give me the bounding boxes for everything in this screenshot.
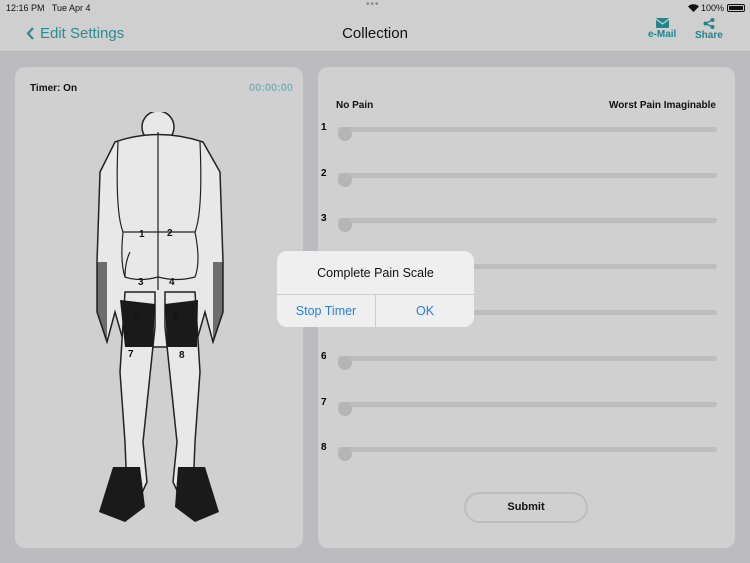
status-bar: 12:16 PM Tue Apr 4 ••• 100% [0,0,750,16]
region-label-7[interactable]: 7 [128,349,134,360]
slider-label: 2 [321,168,327,179]
region-label-1[interactable]: 1 [139,229,145,240]
slider-thumb[interactable] [338,402,352,416]
navigation-bar: Edit Settings Collection e-Mail Share [0,16,750,52]
battery-percent: 100% [701,3,725,13]
slider-thumb[interactable] [338,447,352,461]
stop-timer-button[interactable]: Stop Timer [277,295,375,327]
page-title: Collection [342,25,408,42]
slider-label: 6 [321,351,327,362]
multitask-indicator[interactable]: ••• [366,0,380,10]
pain-slider-track[interactable] [338,402,717,416]
pain-slider-row: 7 [318,397,735,416]
body-diagram[interactable]: 1 2 3 4 5 6 7 8 [85,112,235,522]
region-label-6[interactable]: 6 [173,311,179,322]
pain-slider-track[interactable] [338,356,717,370]
region-label-8[interactable]: 8 [179,350,185,361]
pain-slider-track[interactable] [338,173,717,187]
email-button[interactable]: e-Mail [648,18,676,40]
region-label-5[interactable]: 5 [134,313,140,324]
status-time: 12:16 PM Tue Apr 4 [6,3,91,13]
ok-button[interactable]: OK [375,295,474,327]
pain-slider-row: 1 [318,122,735,141]
battery-icon [727,4,745,12]
alert-dialog: Complete Pain Scale Stop Timer OK [277,251,474,327]
pain-slider-row: 2 [318,168,735,187]
slider-label: 3 [321,213,327,224]
pain-slider-row: 6 [318,351,735,370]
timer-value: 00:00:00 [248,82,293,94]
share-icon [703,18,715,29]
pain-slider-track[interactable] [338,447,717,461]
submit-button[interactable]: Submit [464,492,588,523]
pain-slider-row: 8 [318,442,735,461]
slider-thumb[interactable] [338,356,352,370]
slider-thumb[interactable] [338,218,352,232]
region-label-2[interactable]: 2 [167,228,173,239]
slider-label: 1 [321,122,327,133]
envelope-icon [655,18,669,28]
pain-slider-track[interactable] [338,218,717,232]
region-label-3[interactable]: 3 [138,277,144,288]
slider-thumb[interactable] [338,127,352,141]
share-label: Share [695,30,723,41]
alert-message: Complete Pain Scale [277,251,474,295]
max-label: Worst Pain Imaginable [608,100,716,111]
region-label-4[interactable]: 4 [169,277,175,288]
share-button[interactable]: Share [695,18,723,41]
min-label: No Pain [336,100,374,111]
slider-label: 7 [321,397,327,408]
pain-slider-row: 3 [318,213,735,232]
body-map-panel: Timer: On 00:00:00 1 2 3 4 5 6 7 8 [15,67,303,548]
email-label: e-Mail [648,29,677,40]
timer-status: Timer: On [30,83,78,94]
slider-thumb[interactable] [338,173,352,187]
slider-label: 8 [321,442,327,453]
wifi-icon [688,4,699,12]
pain-slider-track[interactable] [338,127,717,141]
